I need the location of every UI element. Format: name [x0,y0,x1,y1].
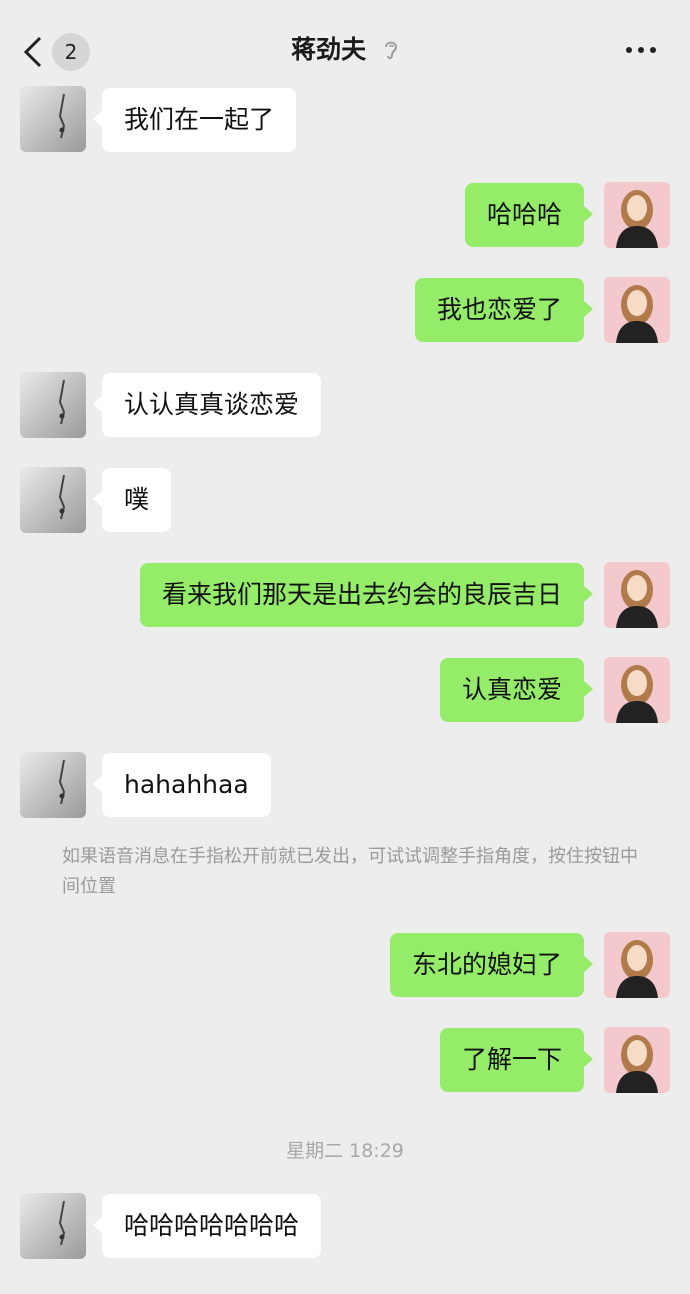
self-avatar[interactable] [604,277,670,343]
contact-avatar[interactable] [20,752,86,818]
outgoing-message[interactable]: 认真恋爱 [439,658,594,722]
chat-header: 2 蒋劲夫 [0,0,690,90]
outgoing-message[interactable]: 我也恋爱了 [414,278,594,342]
outgoing-message[interactable]: 东北的媳妇了 [389,933,594,997]
incoming-message[interactable]: 哈哈哈哈哈哈哈 [92,1194,322,1258]
chat-title: 蒋劲夫 [0,30,690,66]
outgoing-message[interactable]: 了解一下 [439,1028,594,1092]
timestamp: 星期二 18:29 [286,1140,404,1162]
incoming-message[interactable]: hahahhaa [93,753,271,817]
system-hint: 如果语音消息在手指松开前就已发出，可试试调整手指角度，按住按钮中间位置 [62,846,638,897]
self-avatar[interactable] [604,657,670,723]
contact-name: 蒋劲夫 [291,35,367,64]
more-options-button[interactable] [626,38,662,62]
more-dot [626,47,632,53]
self-avatar[interactable] [604,562,670,628]
self-avatar[interactable] [604,932,670,998]
self-avatar[interactable] [604,1027,670,1093]
more-dot [638,47,644,53]
contact-avatar[interactable] [20,467,86,533]
outgoing-message[interactable]: 哈哈哈 [464,183,594,247]
contact-avatar[interactable] [20,372,86,438]
outgoing-message[interactable]: 看来我们那天是出去约会的良辰吉日 [139,563,594,627]
contact-avatar[interactable] [20,86,86,152]
contact-avatar[interactable] [20,1193,86,1259]
incoming-message[interactable]: 认认真真谈恋爱 [92,373,322,437]
incoming-message[interactable]: 噗 [92,468,172,532]
ear-icon[interactable] [383,39,399,61]
more-dot [650,47,656,53]
self-avatar[interactable] [604,182,670,248]
incoming-message[interactable]: 我们在一起了 [92,88,297,152]
